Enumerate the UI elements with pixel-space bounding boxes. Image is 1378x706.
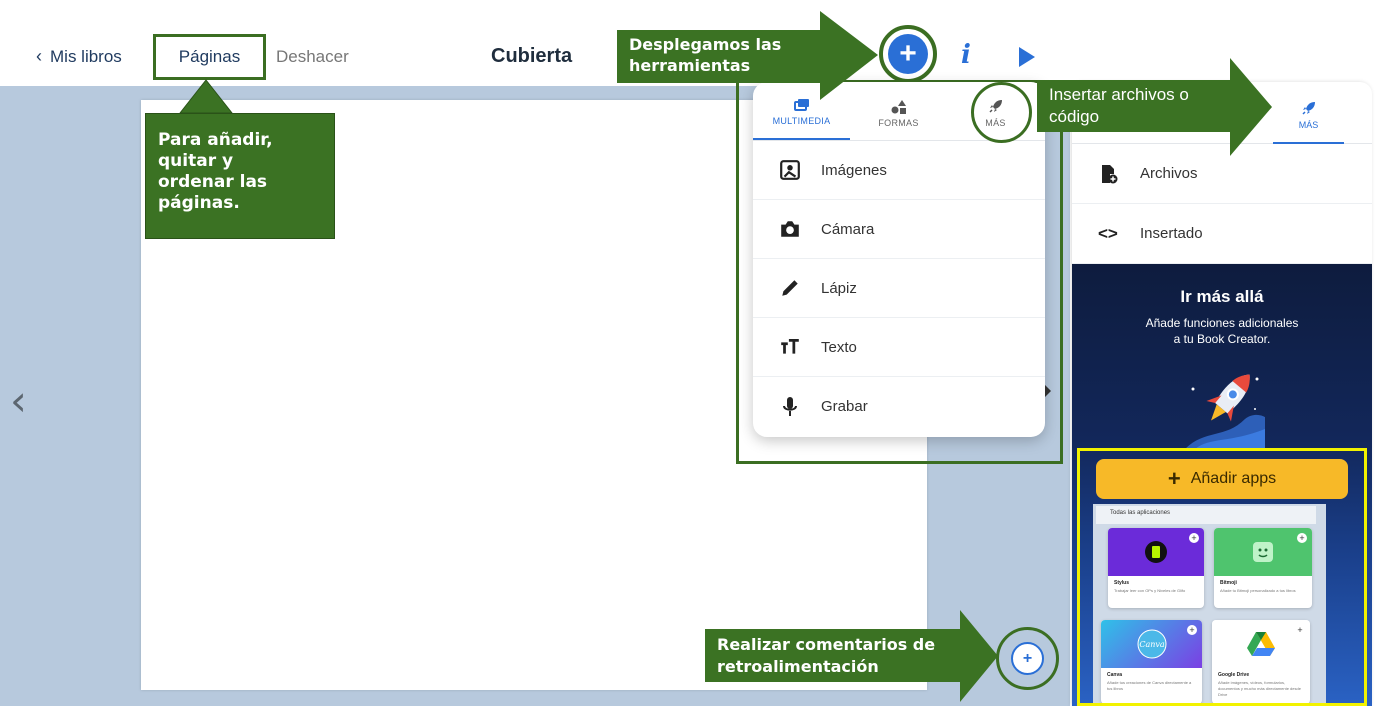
callout-line: Para añadir, bbox=[158, 130, 273, 150]
callout-line: código bbox=[1049, 107, 1100, 126]
pages-arrow-icon bbox=[178, 79, 234, 114]
feedback-callout: Realizar comentarios de retroalimentació… bbox=[705, 629, 962, 682]
insert-arrow-icon bbox=[1230, 58, 1272, 156]
callout-line: quitar y bbox=[158, 151, 234, 171]
deploy-tools-callout: Desplegamos las herramientas bbox=[617, 30, 822, 83]
callout-line: Desplegamos las bbox=[629, 35, 782, 54]
insert-files-callout: Insertar archivos o código bbox=[1037, 80, 1232, 132]
callout-line: páginas. bbox=[158, 193, 240, 213]
callout-line: herramientas bbox=[629, 56, 751, 75]
comment-add-icon[interactable]: + bbox=[1011, 642, 1044, 675]
feedback-arrow-icon bbox=[960, 610, 998, 702]
feedback-highlight: + bbox=[996, 627, 1059, 690]
callout-line: Insertar archivos o bbox=[1049, 85, 1189, 104]
callout-line: ordenar las bbox=[158, 172, 268, 192]
callout-line: retroalimentación bbox=[717, 657, 879, 676]
pages-callout: Para añadir, quitar y ordenar las página… bbox=[145, 113, 335, 239]
callout-line: Realizar comentarios de bbox=[717, 635, 936, 654]
deploy-arrow-icon bbox=[820, 11, 878, 100]
